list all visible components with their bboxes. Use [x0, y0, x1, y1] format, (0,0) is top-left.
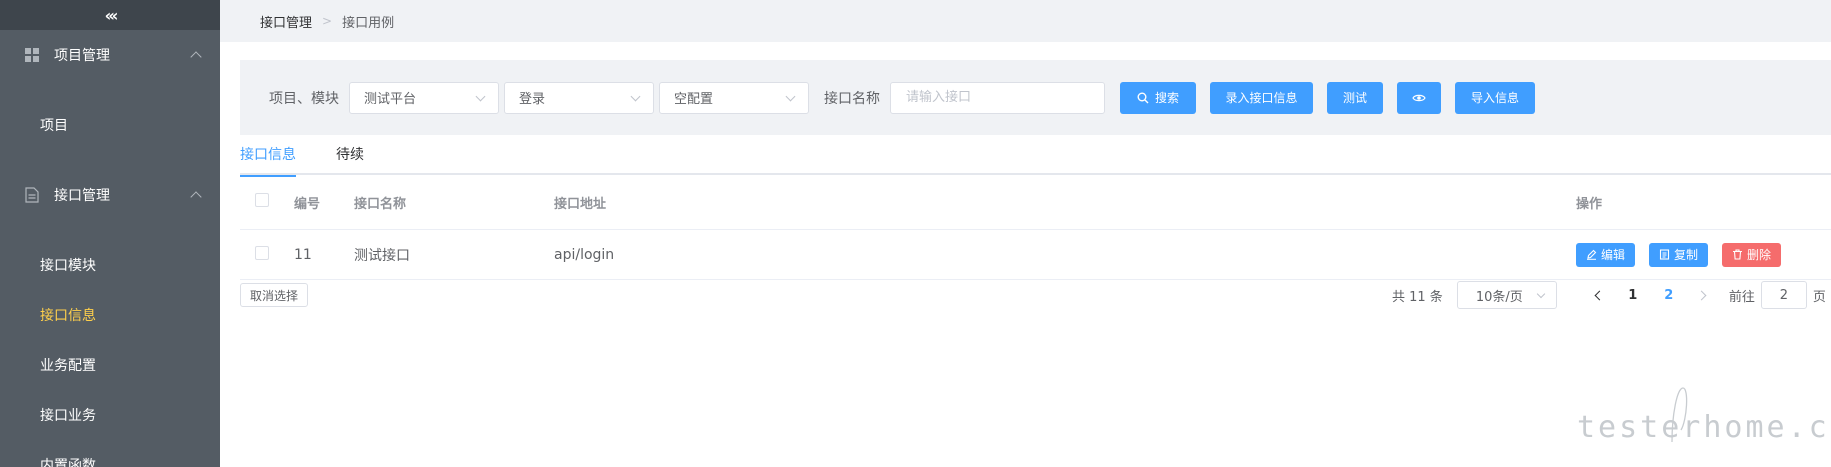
column-header-url: 接口地址	[554, 196, 607, 212]
sidebar-group-project[interactable]: 项目管理	[0, 30, 220, 80]
table-row: 11 测试接口 api/login 编辑 复制 删除	[240, 230, 1831, 280]
sidebar-item-api-info[interactable]: 接口信息	[0, 290, 220, 340]
table-footer: 取消选择 共 11 条 10条/页 1 2 前往 页	[240, 281, 1831, 309]
search-button-label: 搜索	[1154, 91, 1179, 105]
tab-bar: 接口信息 待续	[240, 145, 1831, 177]
select-all-checkbox[interactable]	[255, 193, 269, 207]
page-number-1[interactable]: 1	[1615, 281, 1651, 309]
delete-button[interactable]: 删除	[1722, 242, 1782, 267]
watermark: testerhome.com	[1577, 380, 1831, 450]
cell-id: 11	[294, 246, 312, 263]
edit-button[interactable]: 编辑	[1576, 242, 1636, 267]
chevron-up-icon	[190, 51, 202, 63]
module-select-value: 登录	[519, 92, 546, 107]
chevron-down-icon	[630, 91, 641, 101]
document-icon	[24, 187, 40, 203]
pagination: 共 11 条 10条/页 1 2 前往 页	[1392, 281, 1826, 309]
clear-selection-button[interactable]: 取消选择	[240, 283, 309, 307]
page-size-select[interactable]: 10条/页	[1456, 281, 1557, 309]
breadcrumb: 接口管理 > 接口用例	[220, 0, 1831, 42]
edit-button-label: 编辑	[1601, 248, 1626, 262]
add-api-button[interactable]: 录入接口信息	[1210, 81, 1313, 114]
chevron-down-icon	[785, 91, 796, 101]
copy-icon	[1659, 249, 1670, 260]
chevron-right-icon	[1696, 290, 1707, 300]
watermark-text: testerhome.com	[1577, 410, 1831, 445]
total-count: 共 11 条	[1392, 289, 1443, 305]
sidebar-item-builtin-functions[interactable]: 内置函数	[0, 440, 220, 467]
page-number-2[interactable]: 2	[1651, 281, 1687, 309]
sidebar-group-api[interactable]: 接口管理	[0, 170, 220, 220]
project-select[interactable]: 测试平台	[349, 81, 499, 114]
breadcrumb-item[interactable]: 接口管理	[260, 12, 312, 31]
row-checkbox[interactable]	[255, 245, 269, 260]
tab-todo[interactable]: 待续	[336, 145, 364, 175]
sidebar-item-project[interactable]: 项目	[0, 100, 220, 150]
api-name-label: 接口名称	[824, 90, 880, 107]
goto-prefix: 前往	[1728, 289, 1755, 305]
sidebar-item-api-module[interactable]: 接口模块	[0, 240, 220, 290]
cell-ops: 编辑 复制 删除	[1576, 242, 1831, 267]
config-select-value: 空配置	[674, 92, 714, 107]
delete-button-label: 删除	[1747, 248, 1772, 262]
page-size-value: 10条/页	[1475, 289, 1523, 305]
cell-name: 测试接口	[354, 247, 410, 264]
collapse-sidebar-button[interactable]: ‹‹‹	[0, 0, 220, 30]
next-page-button[interactable]	[1687, 281, 1717, 309]
sidebar: ‹‹‹ 项目管理 项目 接口管理 接口模块 接口信息 业务配置 接口业务 内置函…	[0, 0, 220, 467]
chevron-down-icon	[475, 91, 486, 101]
sidebar-item-api-business[interactable]: 接口业务	[0, 390, 220, 440]
filter-bar: 项目、模块 测试平台 登录 空配置 接口名称 搜索 录入接口信息 测试 导入信息	[240, 60, 1831, 135]
project-select-value: 测试平台	[364, 92, 417, 107]
edit-icon	[1587, 249, 1597, 260]
copy-button[interactable]: 复制	[1649, 242, 1709, 267]
grid-icon	[24, 47, 40, 63]
module-select[interactable]: 登录	[504, 81, 654, 114]
eye-icon	[1412, 94, 1426, 101]
table-header: 编号 接口名称 接口地址 操作	[240, 175, 1831, 230]
chevron-left-icon	[1594, 290, 1605, 300]
copy-button-label: 复制	[1674, 248, 1699, 262]
api-table: 编号 接口名称 接口地址 操作 11 测试接口 api/login 编辑 复制	[240, 175, 1831, 280]
column-header-id: 编号	[294, 196, 321, 212]
cell-url: api/login	[554, 246, 615, 263]
search-icon	[1137, 92, 1149, 103]
sidebar-group-label: 项目管理	[54, 48, 110, 64]
view-button[interactable]	[1397, 81, 1441, 114]
search-button[interactable]: 搜索	[1120, 81, 1196, 114]
api-name-input[interactable]	[890, 81, 1105, 114]
test-button[interactable]: 测试	[1327, 81, 1383, 114]
goto-page-input[interactable]	[1760, 281, 1807, 309]
chevron-up-icon	[190, 191, 202, 203]
goto-suffix: 页	[1812, 289, 1826, 305]
goto-page: 前往 页	[1729, 281, 1826, 309]
column-header-name: 接口名称	[354, 196, 407, 212]
column-header-ops: 操作	[1576, 196, 1603, 212]
sidebar-item-business-config[interactable]: 业务配置	[0, 340, 220, 390]
trash-icon	[1733, 249, 1743, 260]
breadcrumb-separator-icon: >	[322, 14, 333, 28]
prev-page-button[interactable]	[1585, 281, 1615, 309]
config-select[interactable]: 空配置	[659, 81, 809, 114]
tab-api-info[interactable]: 接口信息	[240, 145, 296, 177]
import-button[interactable]: 导入信息	[1455, 81, 1535, 114]
breadcrumb-item-current: 接口用例	[342, 15, 395, 31]
project-module-label: 项目、模块	[269, 90, 339, 107]
sidebar-group-label: 接口管理	[54, 188, 110, 204]
chevron-down-icon	[1536, 289, 1546, 299]
